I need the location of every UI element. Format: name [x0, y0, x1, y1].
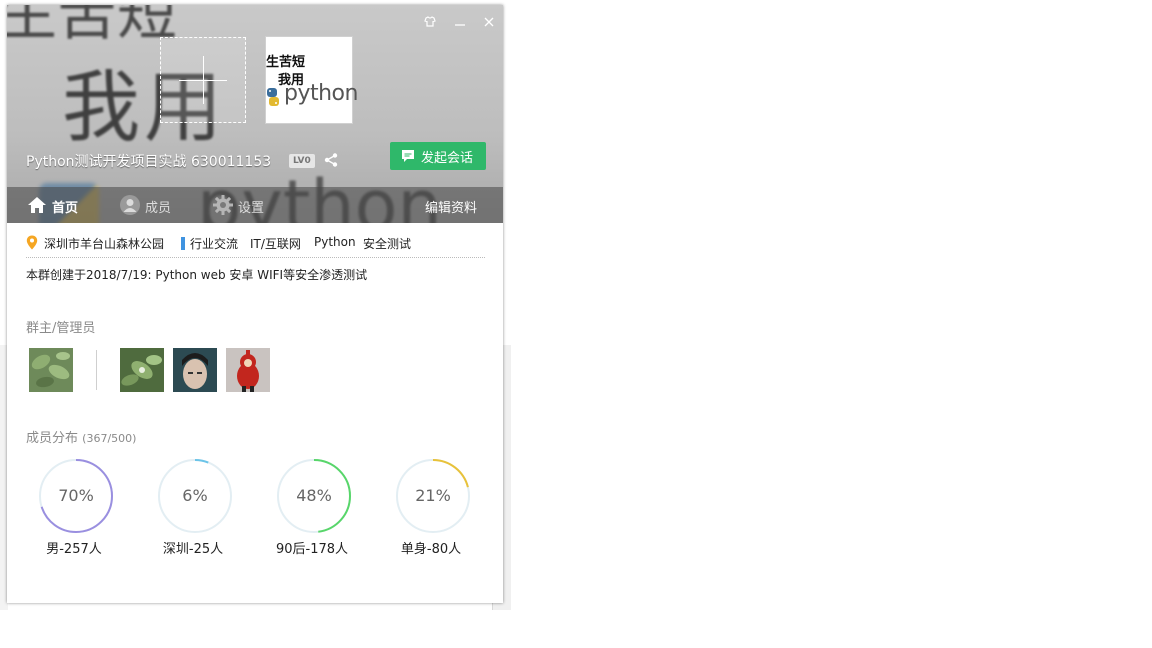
- stat-city: 6% 深圳-25人: [153, 458, 233, 558]
- group-name: Python测试开发项目实战 630011153: [26, 154, 272, 170]
- leaf-photo-avatar: [120, 348, 164, 392]
- stat-label: 单身-80人: [400, 542, 462, 557]
- tag-bar-marker: [181, 237, 185, 250]
- admins-section-title: 群主/管理员: [26, 321, 96, 336]
- chat-bubble-icon: [402, 150, 414, 162]
- red-toy-photo-avatar: [226, 348, 270, 392]
- admin-divider: [96, 350, 97, 390]
- stat-label: 男-257人: [46, 542, 102, 557]
- admin-avatar[interactable]: [173, 348, 217, 392]
- skin-button[interactable]: [421, 13, 439, 31]
- distribution-section-title: 成员分布 (367/500): [26, 427, 136, 446]
- group-profile-window: 生苦短 我用 python 生苦短 我用: [7, 5, 503, 603]
- distribution-title-text: 成员分布: [26, 431, 79, 446]
- start-chat-button[interactable]: 发起会话: [390, 142, 486, 170]
- gear-icon: [213, 195, 233, 215]
- admin-avatar[interactable]: [226, 348, 270, 392]
- group-header: 生苦短 我用 python 生苦短 我用: [7, 5, 503, 223]
- stat-single: 21% 单身-80人: [391, 458, 471, 558]
- group-avatar[interactable]: 生苦短 我用 python: [265, 36, 358, 124]
- tag-item[interactable]: Python: [314, 235, 356, 249]
- close-icon: [484, 17, 494, 27]
- tab-members-label: 成员: [145, 201, 172, 216]
- admin-avatar[interactable]: [120, 348, 164, 392]
- close-button[interactable]: [480, 13, 498, 31]
- group-location: 深圳市羊台山森林公园: [44, 237, 165, 251]
- stat-label: 深圳-25人: [162, 542, 224, 557]
- shirt-icon: [424, 16, 436, 27]
- tag-item[interactable]: 安全测试: [363, 235, 411, 252]
- stat-label: 90后-178人: [275, 542, 349, 557]
- group-avatar-python-word: python: [284, 81, 358, 106]
- divider: [26, 257, 485, 258]
- group-intro: 本群创建于2018/7/19: Python web 安卓 WIFI等安全渗透测…: [26, 268, 368, 282]
- minimize-button[interactable]: [451, 13, 469, 31]
- stat-percent: 21%: [415, 486, 451, 505]
- level-badge: LV0: [289, 154, 315, 168]
- share-icon[interactable]: [323, 152, 339, 168]
- python-logo-icon: [267, 88, 279, 106]
- minimize-icon: [455, 24, 465, 26]
- leaf-photo-avatar: [29, 348, 73, 392]
- tag-item[interactable]: IT/互联网: [250, 235, 301, 252]
- tab-bar: 首页 成员 设置 编辑资料: [7, 187, 503, 223]
- stat-age: 48% 90后-178人: [272, 458, 352, 558]
- member-count: (367/500): [82, 432, 137, 445]
- tab-members[interactable]: 成员: [119, 187, 179, 223]
- edit-profile-link[interactable]: 编辑资料: [425, 197, 477, 216]
- person-icon: [120, 195, 140, 215]
- home-icon: [28, 197, 46, 213]
- start-chat-label: 发起会话: [421, 151, 474, 166]
- stat-percent: 6%: [182, 486, 208, 505]
- stat-percent: 70%: [58, 486, 94, 505]
- tag-item[interactable]: 行业交流: [190, 235, 238, 252]
- portrait-photo-avatar: [173, 348, 217, 392]
- tab-settings[interactable]: 设置: [212, 187, 282, 223]
- owner-avatar[interactable]: [29, 348, 73, 392]
- upload-avatar-placeholder[interactable]: [160, 37, 246, 123]
- stat-gender: 70% 男-257人: [34, 458, 114, 558]
- plus-icon-vertical: [203, 56, 204, 104]
- group-avatar-text-line1: 生苦短: [266, 55, 306, 70]
- tab-home-label: 首页: [52, 201, 79, 216]
- tab-home[interactable]: 首页: [26, 187, 86, 223]
- location-pin-icon: [26, 235, 38, 250]
- tab-settings-label: 设置: [238, 201, 265, 216]
- stat-percent: 48%: [296, 486, 332, 505]
